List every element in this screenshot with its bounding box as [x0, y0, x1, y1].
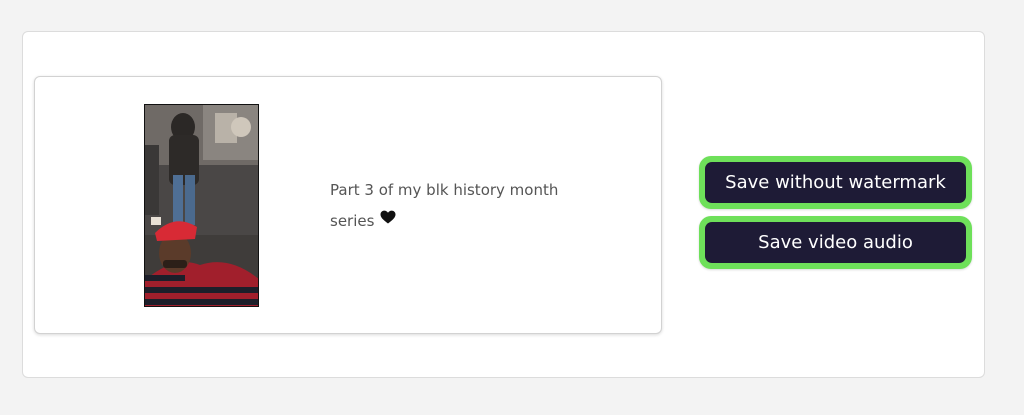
caption-line-2-text: series	[330, 212, 375, 230]
black-heart-icon	[380, 204, 396, 235]
save-without-watermark-button[interactable]: Save without watermark	[699, 156, 972, 209]
video-thumbnail[interactable]	[144, 104, 259, 307]
save-without-watermark-label[interactable]: Save without watermark	[705, 162, 966, 203]
video-caption: Part 3 of my blk history month series	[330, 175, 610, 237]
save-video-audio-label[interactable]: Save video audio	[705, 222, 966, 263]
save-video-audio-button[interactable]: Save video audio	[699, 216, 972, 269]
caption-line-2: series	[330, 206, 610, 237]
caption-line-1: Part 3 of my blk history month	[330, 181, 559, 199]
